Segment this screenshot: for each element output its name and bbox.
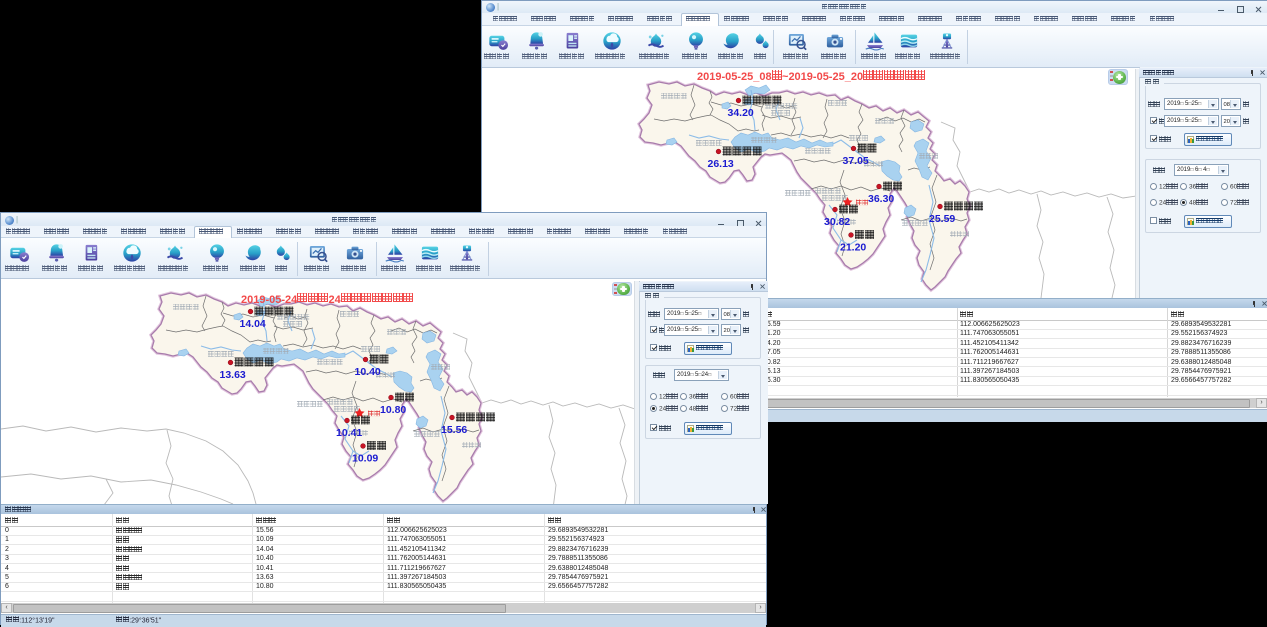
svg-text:10.41: 10.41 (336, 427, 362, 439)
svg-text:10.09: 10.09 (352, 453, 378, 465)
svg-text:13.63: 13.63 (220, 369, 246, 381)
svg-text:14.04: 14.04 (240, 318, 266, 330)
svg-text:10.80: 10.80 (380, 404, 406, 416)
svg-text:36.30: 36.30 (868, 193, 894, 205)
svg-text:15.56: 15.56 (441, 424, 467, 436)
svg-text:30.82: 30.82 (824, 216, 850, 228)
svg-text:10.40: 10.40 (355, 366, 381, 378)
svg-text:37.05: 37.05 (843, 155, 869, 167)
svg-text:26.13: 26.13 (708, 158, 734, 170)
svg-text:21.20: 21.20 (840, 242, 866, 254)
svg-text:34.20: 34.20 (728, 107, 754, 119)
svg-text:25.59: 25.59 (929, 213, 955, 225)
